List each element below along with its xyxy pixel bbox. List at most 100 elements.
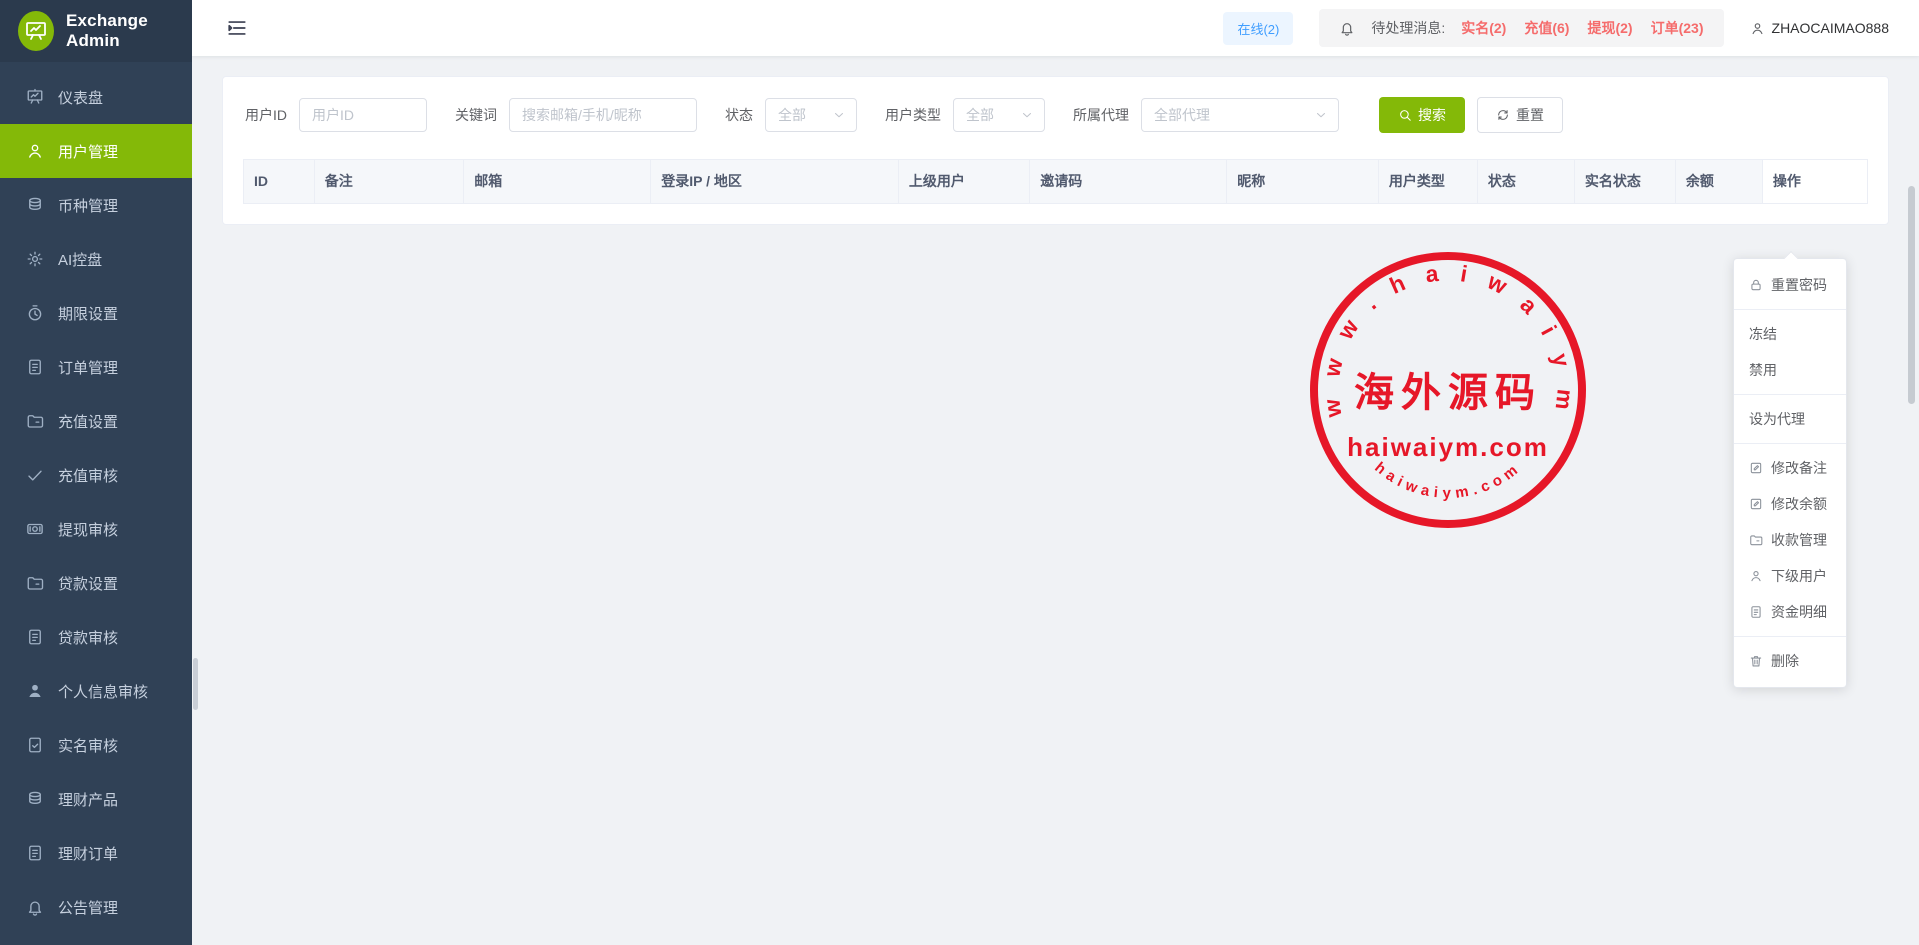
- sidebar-item-1[interactable]: 仪表盘: [0, 70, 192, 124]
- bell-icon: [26, 898, 44, 916]
- coins-icon: [26, 790, 44, 808]
- pending-message-link-2[interactable]: 充值(6): [1524, 18, 1569, 38]
- edit-icon: [1749, 497, 1763, 511]
- lock-icon: [1749, 278, 1763, 292]
- app-logo: Exchange Admin: [0, 0, 192, 62]
- sidebar-item-label: 实名审核: [58, 735, 118, 756]
- edit-icon: [1749, 461, 1763, 475]
- action-menu-item-6[interactable]: 修改余额: [1734, 486, 1846, 522]
- keyword-label: 关键词: [455, 105, 497, 125]
- logo-icon: [18, 11, 54, 51]
- sidebar-item-10[interactable]: 贷款设置: [0, 556, 192, 610]
- column-header: 操作: [1762, 160, 1867, 204]
- status-select[interactable]: 全部: [765, 98, 857, 132]
- sidebar-item-label: 贷款设置: [58, 573, 118, 594]
- app-root: Exchange Admin 仪表盘用户管理币种管理AI控盘期限设置订单管理充值…: [0, 0, 1919, 945]
- sidebar-item-15[interactable]: 理财订单: [0, 826, 192, 880]
- sidebar-item-label: 用户管理: [58, 141, 118, 162]
- page-scrollbar[interactable]: [1908, 186, 1915, 404]
- bell-icon: [1339, 20, 1355, 36]
- sidebar-item-6[interactable]: 订单管理: [0, 340, 192, 394]
- action-menu-item-label: 重置密码: [1771, 275, 1827, 295]
- status-select-value: 全部: [778, 105, 806, 125]
- chevron-down-icon: [1314, 108, 1328, 122]
- sidebar-item-7[interactable]: 充值设置: [0, 394, 192, 448]
- content-area: 用户ID 关键词 状态 全部 用户类型 全部 所属代理: [192, 56, 1919, 245]
- user-icon: [26, 142, 44, 160]
- sidebar-item-16[interactable]: 公告管理: [0, 880, 192, 934]
- column-header: 邀请码: [1030, 160, 1227, 204]
- search-button-label: 搜索: [1418, 105, 1446, 125]
- reset-button[interactable]: 重置: [1477, 97, 1563, 133]
- action-menu-item-4[interactable]: 设为代理: [1734, 401, 1846, 437]
- person2-icon: [1749, 569, 1763, 583]
- sidebar-item-label: 充值设置: [58, 411, 118, 432]
- chevron-down-icon: [832, 108, 846, 122]
- check-icon: [26, 466, 44, 484]
- user-id-input[interactable]: [299, 98, 427, 132]
- money-icon: [26, 520, 44, 538]
- sidebar-item-5[interactable]: 期限设置: [0, 286, 192, 340]
- document-icon: [26, 844, 44, 862]
- user-id-label: 用户ID: [245, 105, 287, 125]
- action-menu-item-label: 收款管理: [1771, 530, 1827, 550]
- username: ZHAOCAIMAO888: [1772, 20, 1889, 36]
- sidebar-item-label: 仪表盘: [58, 87, 103, 108]
- trash-icon: [1749, 654, 1763, 668]
- sidebar-item-label: 贷款审核: [58, 627, 118, 648]
- online-count-badge[interactable]: 在线(2): [1223, 12, 1293, 45]
- action-menu-item-1[interactable]: 重置密码: [1734, 267, 1846, 303]
- hamburger-icon[interactable]: [226, 17, 248, 39]
- column-header: 备注: [314, 160, 464, 204]
- action-menu-item-7[interactable]: 收款管理: [1734, 522, 1846, 558]
- pending-message-link-1[interactable]: 实名(2): [1461, 18, 1506, 38]
- agent-label: 所属代理: [1073, 105, 1129, 125]
- sidebar-item-label: 充值审核: [58, 465, 118, 486]
- sidebar-item-14[interactable]: 理财产品: [0, 772, 192, 826]
- user-menu[interactable]: ZHAOCAIMAO888: [1750, 20, 1889, 36]
- main-area: 在线(2) 待处理消息: 实名(2)充值(6)提现(2)订单(23) ZHAOC…: [192, 0, 1919, 945]
- sidebar-item-3[interactable]: 币种管理: [0, 178, 192, 232]
- sidebar-item-12[interactable]: 个人信息审核: [0, 664, 192, 718]
- sidebar-scrollbar[interactable]: [193, 658, 198, 710]
- action-menu-item-label: 修改余额: [1771, 494, 1827, 514]
- sidebar-menu: 仪表盘用户管理币种管理AI控盘期限设置订单管理充值设置充值审核提现审核贷款设置贷…: [0, 62, 192, 934]
- agent-select[interactable]: 全部代理: [1141, 98, 1339, 132]
- action-menu-item-8[interactable]: 下级用户: [1734, 558, 1846, 594]
- action-menu-item-5[interactable]: 修改备注: [1734, 450, 1846, 486]
- user-table-card: 用户ID 关键词 状态 全部 用户类型 全部 所属代理: [222, 76, 1889, 225]
- sidebar-item-4[interactable]: AI控盘: [0, 232, 192, 286]
- sidebar-item-11[interactable]: 贷款审核: [0, 610, 192, 664]
- action-menu-item-9[interactable]: 资金明细: [1734, 594, 1846, 630]
- user-type-select[interactable]: 全部: [953, 98, 1045, 132]
- search-button[interactable]: 搜索: [1379, 97, 1465, 133]
- sidebar-item-label: 个人信息审核: [58, 681, 148, 702]
- menu-divider: [1734, 636, 1846, 637]
- action-menu-item-label: 修改备注: [1771, 458, 1827, 478]
- sidebar-item-label: 公告管理: [58, 897, 118, 918]
- pending-message-link-4[interactable]: 订单(23): [1651, 18, 1704, 38]
- menu-divider: [1734, 309, 1846, 310]
- filter-bar: 用户ID 关键词 状态 全部 用户类型 全部 所属代理: [243, 97, 1868, 133]
- idcheck-icon: [26, 736, 44, 754]
- search-icon: [1398, 108, 1412, 122]
- action-menu-item-3[interactable]: 禁用: [1734, 352, 1846, 388]
- sidebar-item-8[interactable]: 充值审核: [0, 448, 192, 502]
- table-header-row: ID备注邮箱登录IP / 地区上级用户邀请码昵称用户类型状态实名状态余额操作: [244, 160, 1868, 204]
- document-icon: [1749, 605, 1763, 619]
- pending-message-link-3[interactable]: 提现(2): [1587, 18, 1632, 38]
- action-menu-item-10[interactable]: 删除: [1734, 643, 1846, 679]
- user-icon: [1750, 21, 1765, 36]
- column-header: 用户类型: [1378, 160, 1477, 204]
- action-menu-item-label: 设为代理: [1749, 409, 1805, 429]
- sidebar-item-13[interactable]: 实名审核: [0, 718, 192, 772]
- sidebar: Exchange Admin 仪表盘用户管理币种管理AI控盘期限设置订单管理充值…: [0, 0, 192, 945]
- action-menu-item-2[interactable]: 冻结: [1734, 316, 1846, 352]
- keyword-input[interactable]: [509, 98, 697, 132]
- sidebar-item-9[interactable]: 提现审核: [0, 502, 192, 556]
- user-type-select-value: 全部: [966, 105, 994, 125]
- agent-select-value: 全部代理: [1154, 105, 1210, 125]
- menu-divider: [1734, 443, 1846, 444]
- user-type-label: 用户类型: [885, 105, 941, 125]
- sidebar-item-2[interactable]: 用户管理: [0, 124, 192, 178]
